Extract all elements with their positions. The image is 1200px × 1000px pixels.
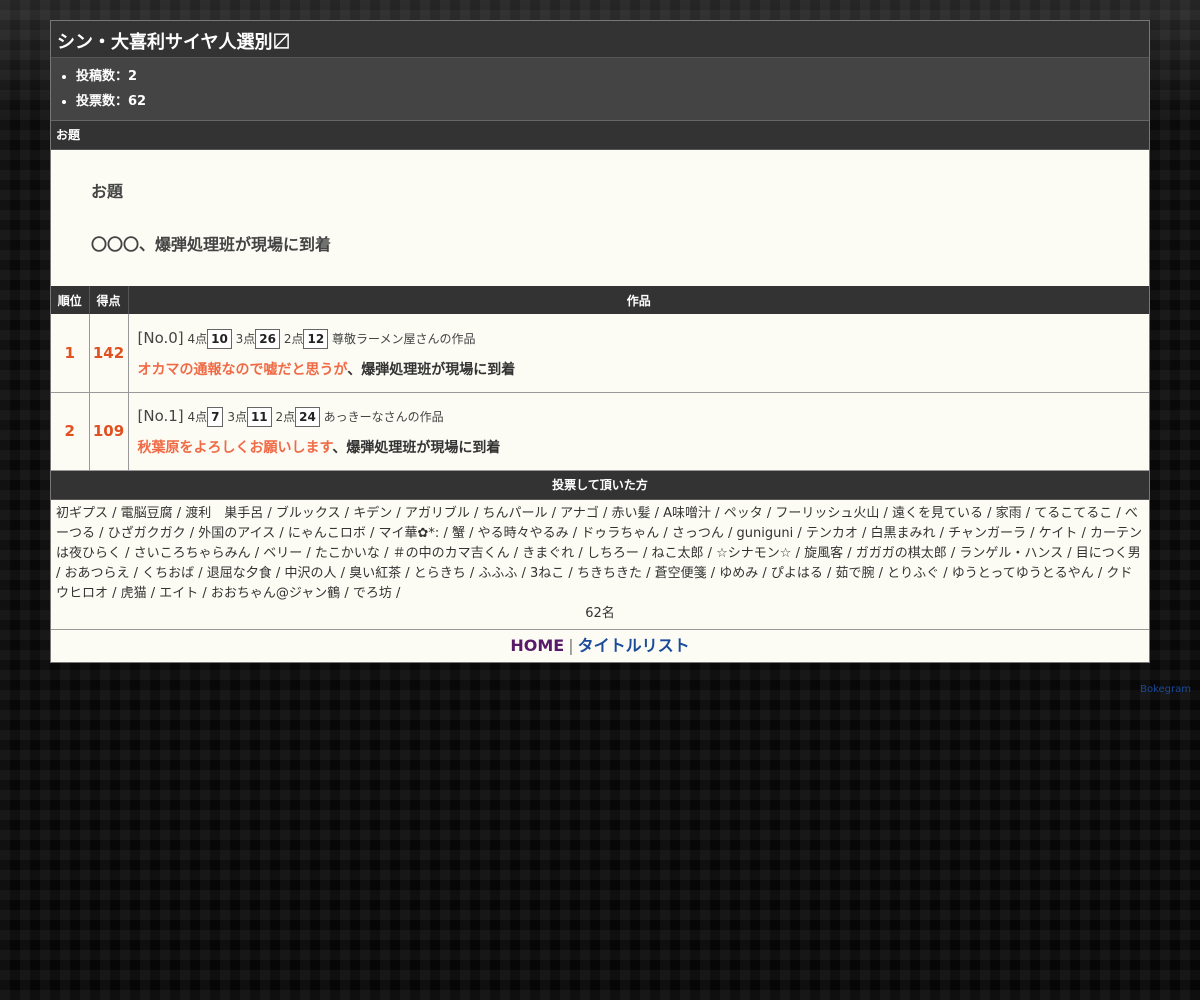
points-3-label: 3点 — [235, 331, 256, 346]
points-3-count: 26 — [255, 328, 280, 349]
footer-nav: HOME | タイトルリスト — [51, 630, 1149, 662]
odai-box: お題 〇〇〇、爆弾処理班が現場に到着 — [51, 150, 1149, 286]
table-row: 2 109 [No.1] 4点 7 3点 11 2点 24 あっきーなさんの作品 秋葉… — [51, 392, 1149, 471]
footer-separator: | — [568, 635, 574, 655]
author-name: あっきーなさんの作品 — [323, 410, 444, 424]
stats-panel: 投稿数：2 投票数：62 — [51, 58, 1149, 121]
vote-count: 投票数：62 — [76, 89, 1149, 114]
col-score: 得点 — [89, 286, 129, 314]
score-cell: 142 — [89, 314, 129, 393]
voters-list: 初ギプス / 電脳豆腐 / 渡利 巣手呂 / ブルックス / キデン / アガリ… — [56, 505, 1143, 601]
work-cell: [No.0] 4点 10 3点 26 2点 12 尊敬ラーメン屋さんの作品 オカマの通… — [128, 314, 1149, 393]
title-list-link[interactable]: タイトルリスト — [578, 636, 690, 655]
entry-number: [No.1] — [137, 407, 184, 425]
answer-rest: 、爆弾処理班が現場に到着 — [332, 440, 501, 456]
answer-rest: 、爆弾処理班が現場に到着 — [347, 361, 516, 378]
points-2-count: 12 — [303, 328, 329, 349]
table-row: 1 142 [No.0] 4点 10 3点 26 2点 12 尊敬ラーメン屋さんの作品… — [51, 314, 1149, 393]
answer-text: オカマの通報なので嘘だと思うが、爆弾処理班が現場に到着 — [138, 359, 1142, 379]
points-2-count: 24 — [295, 407, 320, 427]
voters-box: 初ギプス / 電脳豆腐 / 渡利 巣手呂 / ブルックス / キデン / アガリ… — [51, 500, 1149, 630]
rank-cell: 2 — [51, 392, 90, 471]
points-2-label: 2点 — [283, 331, 304, 346]
credit-link[interactable]: Bokegram — [1140, 684, 1191, 695]
points-3-label: 3点 — [227, 410, 247, 424]
answer-highlight: 秋葉原をよろしくお願いします — [137, 440, 333, 456]
ranking-table: 順位 得点 作品 1 142 [No.0] 4点 10 3点 26 2点 12 尊敬ラ… — [51, 286, 1149, 471]
rank-cell: 1 — [51, 314, 90, 393]
odai-header: お題 — [51, 121, 1149, 150]
page-title: シン・大喜利サイヤ人選別〼 — [51, 21, 1149, 58]
answer-highlight: オカマの通報なので嘘だと思うが — [137, 361, 348, 378]
points-2-label: 2点 — [275, 410, 296, 424]
author-name: 尊敬ラーメン屋さんの作品 — [332, 331, 476, 346]
points-4-label: 4点 — [187, 331, 208, 346]
col-rank: 順位 — [51, 286, 90, 314]
odai-label: お題 — [91, 182, 124, 201]
work-cell: [No.1] 4点 7 3点 11 2点 24 あっきーなさんの作品 秋葉原をよろしく… — [128, 392, 1149, 471]
points-4-count: 7 — [207, 407, 224, 427]
points-4-count: 10 — [207, 328, 232, 349]
odai-text: 〇〇〇、爆弾処理班が現場に到着 — [91, 235, 332, 254]
score-cell: 109 — [89, 392, 129, 471]
col-work: 作品 — [128, 286, 1149, 314]
voters-header: 投票して頂いた方 — [51, 470, 1149, 500]
work-meta: [No.0] 4点 10 3点 26 2点 12 尊敬ラーメン屋さんの作品 — [138, 327, 1142, 350]
post-count: 投稿数：2 — [76, 64, 1149, 89]
work-meta: [No.1] 4点 7 3点 11 2点 24 あっきーなさんの作品 — [138, 405, 1142, 428]
entry-number: [No.0] — [137, 328, 184, 347]
voters-count: 62名 — [585, 605, 615, 621]
answer-text: 秋葉原をよろしくお願いします、爆弾処理班が現場に到着 — [138, 437, 1142, 457]
points-4-label: 4点 — [187, 410, 208, 424]
ranking-header-row: 順位 得点 作品 — [51, 286, 1149, 314]
main-panel: シン・大喜利サイヤ人選別〼 投稿数：2 投票数：62 お題 お題 〇〇〇、爆弾処… — [50, 20, 1150, 663]
points-3-count: 11 — [246, 407, 272, 427]
stats-list: 投稿数：2 投票数：62 — [51, 64, 1149, 114]
home-link[interactable]: HOME — [510, 636, 564, 655]
